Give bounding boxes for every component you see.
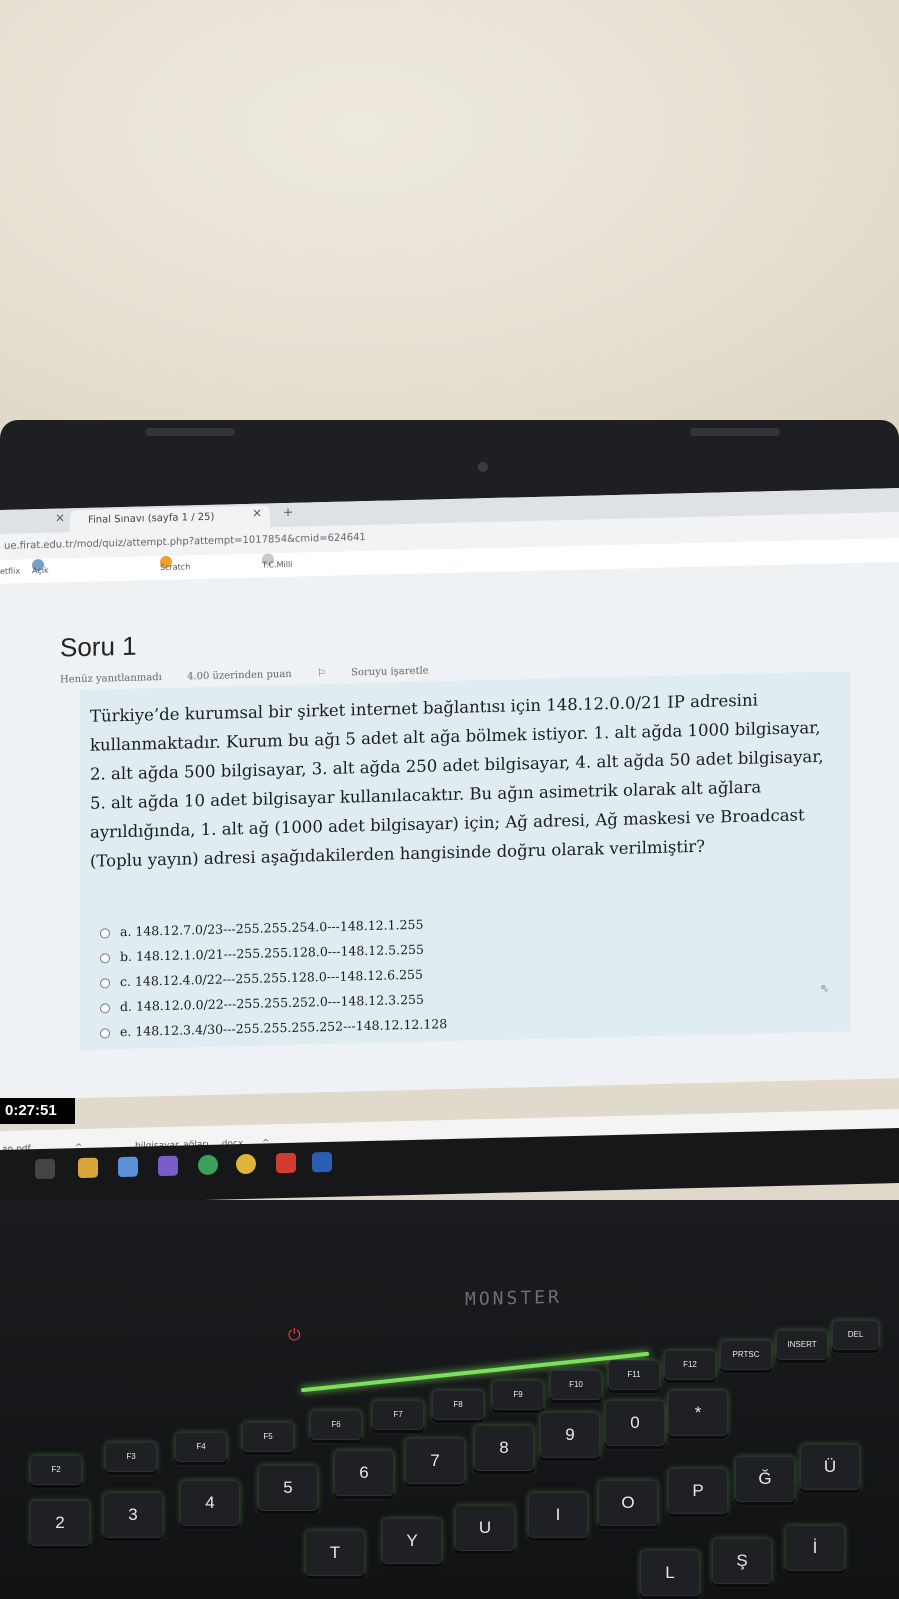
chrome-icon[interactable] bbox=[236, 1153, 256, 1175]
key[interactable]: F12 bbox=[664, 1350, 716, 1380]
app-icon[interactable] bbox=[118, 1156, 138, 1178]
quiz-timer: 0:27:51 bbox=[0, 1098, 75, 1124]
flag-question-link[interactable]: ⚐ Soruyu işaretle bbox=[316, 665, 451, 680]
key[interactable]: 8 bbox=[474, 1425, 534, 1471]
key[interactable]: 0 bbox=[605, 1400, 665, 1446]
task-view-icon[interactable] bbox=[35, 1158, 55, 1180]
key[interactable]: PRTSC bbox=[720, 1340, 772, 1370]
key[interactable]: 5 bbox=[258, 1465, 318, 1511]
word-icon[interactable] bbox=[312, 1151, 332, 1173]
bezel-notch bbox=[145, 428, 235, 436]
radio-button[interactable] bbox=[100, 927, 110, 939]
webcam bbox=[478, 462, 488, 472]
key[interactable]: F2 bbox=[30, 1455, 82, 1485]
key[interactable]: U bbox=[455, 1505, 515, 1551]
acrobat-icon[interactable] bbox=[276, 1152, 296, 1174]
visual-studio-icon[interactable] bbox=[158, 1155, 178, 1177]
key[interactable]: F10 bbox=[550, 1370, 602, 1400]
question-status: Henüz yanıtlanmadı bbox=[60, 672, 162, 686]
key[interactable]: I bbox=[528, 1492, 588, 1538]
key[interactable]: F8 bbox=[432, 1390, 484, 1420]
answer-list: a. 148.12.7.0/23---255.255.254.0---148.1… bbox=[100, 911, 447, 1044]
question-text: Türkiye’de kurumsal bir şirket internet … bbox=[90, 690, 824, 871]
key[interactable]: F4 bbox=[175, 1432, 227, 1462]
laptop-screen: × Final Sınavı (sayfa 1 / 25) × + ue.fir… bbox=[0, 488, 899, 1100]
file-explorer-icon[interactable] bbox=[78, 1157, 98, 1179]
mouse-cursor-icon: ⇖ bbox=[820, 981, 830, 995]
flag-icon: ⚐ bbox=[316, 667, 330, 680]
radio-button[interactable] bbox=[100, 952, 110, 964]
power-icon[interactable]: ⏻ bbox=[288, 1325, 301, 1345]
quiz-content: Soru 1 Henüz yanıtlanmadı 4.00 üzerinden… bbox=[0, 562, 899, 1100]
laptop-keyboard: MONSTER ⏻ F2 F3 F4 F5 F6 F7 F8 F9 F10 F1… bbox=[0, 1200, 899, 1599]
key[interactable]: T bbox=[305, 1530, 365, 1576]
key[interactable]: F9 bbox=[492, 1380, 544, 1410]
close-icon[interactable]: × bbox=[252, 506, 262, 520]
tab-title: Final Sınavı (sayfa 1 / 25) bbox=[88, 511, 215, 526]
radio-button[interactable] bbox=[100, 977, 110, 989]
key[interactable]: F5 bbox=[242, 1422, 294, 1452]
key[interactable]: 7 bbox=[405, 1438, 465, 1484]
new-tab-button[interactable]: + bbox=[283, 505, 293, 519]
key[interactable]: O bbox=[598, 1480, 658, 1526]
radio-button[interactable] bbox=[100, 1002, 110, 1014]
radio-button[interactable] bbox=[100, 1027, 110, 1039]
key[interactable]: Ü bbox=[800, 1444, 860, 1490]
key[interactable]: 4 bbox=[180, 1480, 240, 1526]
close-icon[interactable]: × bbox=[55, 510, 65, 524]
key[interactable]: 6 bbox=[334, 1450, 394, 1496]
key[interactable]: F7 bbox=[372, 1400, 424, 1430]
question-points: 4.00 üzerinden puan bbox=[187, 668, 292, 683]
key[interactable]: 2 bbox=[30, 1500, 90, 1546]
brand-logo: MONSTER bbox=[465, 1286, 562, 1311]
key[interactable]: F3 bbox=[105, 1442, 157, 1472]
app-icon[interactable] bbox=[198, 1154, 218, 1176]
url-text: ue.firat.edu.tr/mod/quiz/attempt.php?att… bbox=[4, 532, 366, 552]
key[interactable]: Y bbox=[382, 1518, 442, 1564]
key[interactable]: Ğ bbox=[735, 1456, 795, 1502]
bookmark-item[interactable]: etflix bbox=[0, 560, 20, 584]
key[interactable]: INSERT bbox=[776, 1330, 828, 1360]
key[interactable]: * bbox=[668, 1390, 728, 1436]
key[interactable]: P bbox=[668, 1468, 728, 1514]
wall-background bbox=[0, 0, 899, 430]
key[interactable]: DEL bbox=[832, 1320, 879, 1350]
question-title: Soru 1 bbox=[60, 630, 137, 663]
key[interactable]: F6 bbox=[310, 1410, 362, 1440]
key[interactable]: F11 bbox=[608, 1360, 660, 1390]
bezel-notch bbox=[690, 428, 780, 436]
key[interactable]: Ş bbox=[712, 1538, 772, 1584]
key[interactable]: 3 bbox=[103, 1492, 163, 1538]
key[interactable]: 9 bbox=[540, 1412, 600, 1458]
key[interactable]: L bbox=[640, 1550, 700, 1596]
question-box: Türkiye’de kurumsal bir şirket internet … bbox=[80, 671, 850, 1051]
key[interactable]: İ bbox=[785, 1525, 845, 1571]
